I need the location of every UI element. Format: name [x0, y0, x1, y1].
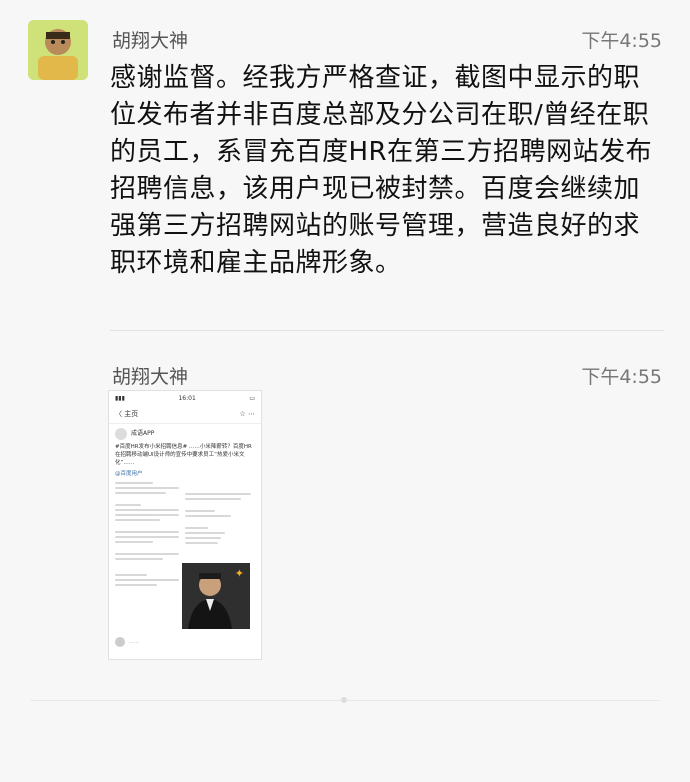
message-time: 下午4:55	[581, 30, 662, 52]
image-attachment[interactable]: ▮▮▮ 16:01 ▭ 〈 主页 ☆ ⋯ 成语APP #百度HR发布小米招聘信息…	[108, 390, 262, 660]
battery-icon: ▭	[249, 394, 255, 402]
more-icon: ☆ ⋯	[239, 410, 255, 418]
right-column	[185, 479, 251, 547]
status-bar: ▮▮▮ 16:01 ▭	[109, 391, 261, 405]
back-link: 〈 主页	[115, 410, 139, 418]
message-time: 下午4:55	[581, 366, 662, 388]
image-account: 成语APP	[115, 428, 255, 440]
image-post: 成语APP #百度HR发布小米招聘信息# ……小米降薪转？百度HR在招聘移动端U…	[109, 424, 261, 482]
avatar[interactable]	[28, 20, 88, 80]
account-avatar	[115, 428, 127, 440]
image-post-link: @百度用户	[115, 471, 143, 477]
left-column	[115, 479, 179, 589]
account-name: 成语APP	[131, 430, 155, 437]
commenter-avatar	[115, 637, 125, 647]
sender-name: 胡翔大神	[112, 366, 189, 388]
bottom-dot	[341, 697, 347, 703]
chat-view: 胡翔大神 下午4:55 感谢监督。经我方严格查证，截图中显示的职位发布者并非百度…	[0, 0, 690, 782]
status-time: 16:01	[178, 394, 196, 402]
person-photo: ✦	[182, 563, 250, 629]
signal-icon: ▮▮▮	[115, 394, 125, 402]
message-text: 感谢监督。经我方严格查证，截图中显示的职位发布者并非百度总部及分公司在职/曾经在…	[110, 63, 653, 278]
comment-row: ……	[115, 637, 139, 647]
avatar-image	[28, 20, 88, 80]
message-divider	[110, 330, 664, 331]
image-post-text: #百度HR发布小米招聘信息# ……小米降薪转？百度HR在招聘移动端UI设计师的宣…	[115, 444, 252, 466]
sender-name: 胡翔大神	[112, 30, 189, 52]
comment-placeholder-icon: ……	[129, 639, 139, 645]
sticker-icon: ✦	[234, 567, 244, 580]
image-nav-bar: 〈 主页 ☆ ⋯	[109, 405, 261, 424]
